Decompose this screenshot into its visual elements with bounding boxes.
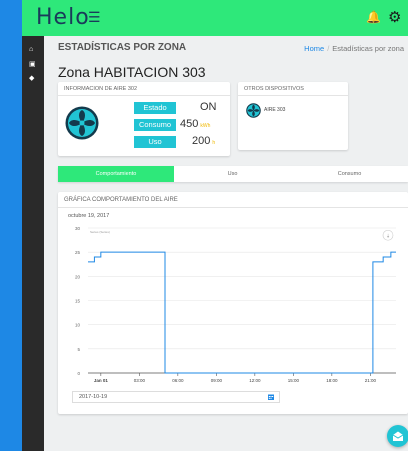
y-tick-label: 10 [75,323,81,328]
chart-legend: Series (Series) [90,230,110,234]
other-devices-title: OTROS DISPOSITIVOS [244,86,304,92]
fan-icon [65,106,99,140]
chart-title: GRÁFICA COMPORTAMIENTO DEL AIRE [64,197,178,203]
device-item[interactable]: AIRE 303 [246,103,285,123]
consumo-value: 450 kWh [180,118,211,130]
zone-title: Zona HABITACION 303 [58,64,206,80]
fan-icon [246,103,261,118]
tab-comportamiento[interactable]: Comportamiento [58,166,174,182]
y-tick-label: 20 [75,274,81,279]
uso-label: Uso [134,136,176,148]
tab-uso[interactable]: Uso [174,166,291,182]
x-tick-label: 06:00 [172,378,184,383]
uso-value: 200 h [192,135,216,147]
mail-icon [392,431,404,441]
floating-action-button[interactable] [387,425,408,447]
page-title: ESTADÍSTICAS POR ZONA [58,42,187,53]
breadcrumb: Home / Estadísticas por zona [304,44,404,53]
device-icon[interactable]: ▣ [29,60,36,68]
left-blue-edge [0,0,22,451]
device-name: AIRE 303 [264,107,286,113]
y-tick-label: 30 [75,226,81,231]
tab-bar: Comportamiento Uso Consumo [58,166,408,182]
estado-label: Estado [134,102,176,114]
gear-icon[interactable]: ⚙ [388,8,401,26]
y-tick-label: 5 [77,347,80,352]
estado-value: ON [200,101,217,113]
x-tick-label: 12:00 [249,378,261,383]
y-tick-label: 15 [75,299,81,304]
series-line [88,251,396,374]
x-tick-label: 21:00 [365,378,377,383]
y-tick-label: 25 [75,250,81,255]
tab-consumo[interactable]: Consumo [291,166,408,182]
y-tick-label: 0 [77,371,80,376]
calendar-icon[interactable] [268,394,274,400]
chart-card: GRÁFICA COMPORTAMIENTO DEL AIRE octubre … [58,192,408,414]
consumo-label: Consumo [134,119,176,131]
home-icon[interactable]: ⌂ [29,46,33,53]
breadcrumb-current: Estadísticas por zona [332,44,404,53]
x-tick-label: 03:00 [134,378,146,383]
download-icon: ⇣ [386,233,390,239]
chart-date: octubre 19, 2017 [68,213,110,219]
app-logo[interactable]: Helo [36,5,90,30]
behavior-chart: 0 5 10 15 20 25 30 Jan 01 03:00 06:00 09:00 12:00 15… [75,226,396,383]
main-content: ESTADÍSTICAS POR ZONA Home / Estadísticas … [44,36,408,451]
bell-icon[interactable]: 🔔 [366,10,381,24]
info-card: INFORMACION DE AIRE 302 Estado ON Consum… [58,82,230,156]
info-card-title: INFORMACION DE AIRE 302 [64,86,138,92]
other-devices-card: OTROS DISPOSITIVOS AIRE 303 [238,82,348,150]
x-tick-label: 15:00 [288,378,300,383]
sidebar: ⌂ ▣ ◆ [22,36,44,451]
tag-icon[interactable]: ◆ [29,74,34,82]
x-tick-label: 18:00 [326,378,338,383]
date-input[interactable]: 2017-10-19 [72,391,280,403]
x-tick-label: Jan 01 [94,378,109,383]
breadcrumb-home[interactable]: Home [304,44,324,53]
x-tick-label: 09:00 [211,378,223,383]
hamburger-icon[interactable]: ☰ [88,9,101,26]
top-bar: Helo ☰ 🔔 ⚙ [22,0,408,36]
